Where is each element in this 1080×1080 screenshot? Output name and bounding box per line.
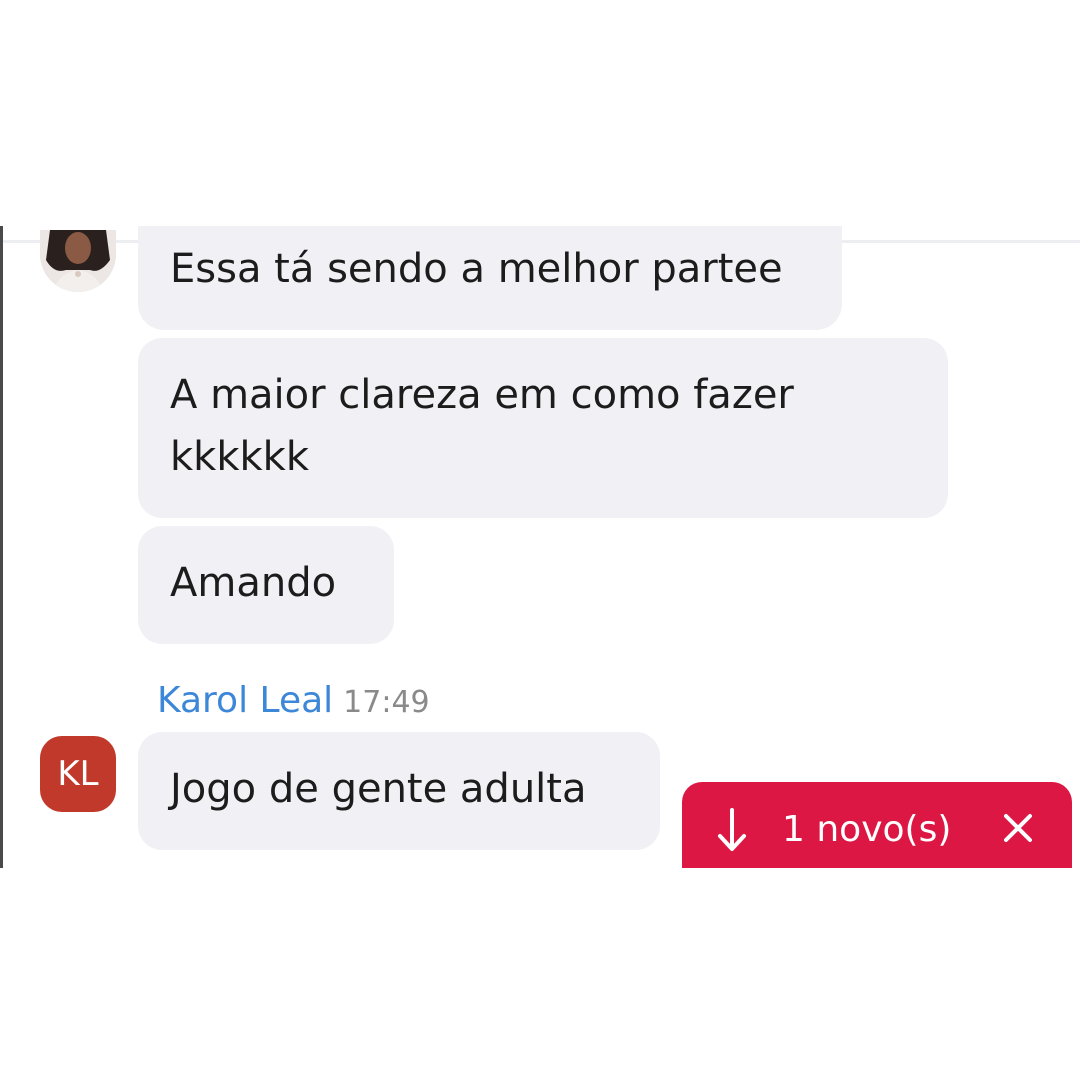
message-text: A maior clareza em como fazer kkkkkk — [170, 372, 794, 480]
message-text: Jogo de gente adulta — [170, 766, 587, 812]
arrow-down-icon — [718, 808, 746, 851]
sender-header: Karol Leal 17:49 — [157, 678, 430, 726]
close-icon[interactable] — [1000, 810, 1036, 846]
message-text: Amando — [170, 560, 337, 606]
message-bubble: Amando — [138, 526, 394, 644]
new-messages-label: 1 novo(s) — [782, 809, 952, 850]
message-bubble: Jogo de gente adulta — [138, 732, 660, 850]
new-messages-button[interactable]: 1 novo(s) — [682, 782, 1072, 868]
panel-left-border — [0, 226, 3, 868]
message-timestamp: 17:49 — [343, 685, 430, 720]
avatar[interactable] — [40, 230, 116, 292]
message-text: Essa tá sendo a melhor partee — [170, 246, 783, 292]
message-bubble: A maior clareza em como fazer kkkkkk — [138, 338, 948, 518]
avatar[interactable]: KL — [40, 736, 116, 812]
sender-name[interactable]: Karol Leal — [157, 680, 333, 721]
chat-message-list[interactable]: Essa tá sendo a melhor partee A maior cl… — [0, 226, 1080, 868]
message-bubble: Essa tá sendo a melhor partee — [138, 226, 842, 330]
